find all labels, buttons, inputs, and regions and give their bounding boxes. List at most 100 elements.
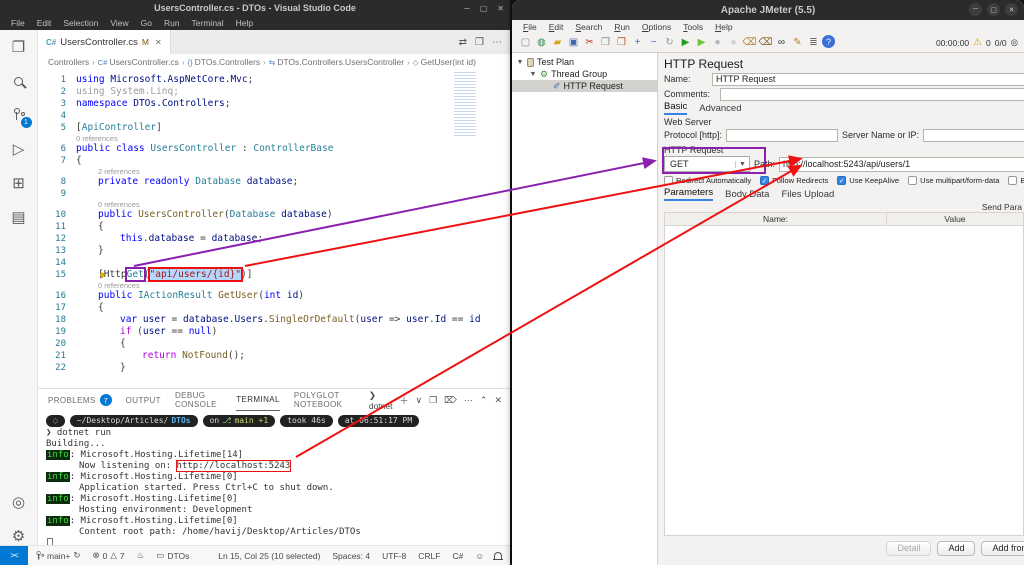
tab-body-data[interactable]: Body Data [725, 189, 769, 201]
close-icon[interactable]: ✕ [497, 4, 504, 13]
kill-terminal-icon[interactable]: ⌦ [444, 395, 457, 406]
menu-options[interactable]: Options [637, 22, 676, 32]
remote-indicator[interactable]: >< [0, 546, 28, 565]
search-icon[interactable]: ∞ [774, 35, 789, 50]
minimize-icon[interactable]: ─ [969, 3, 982, 16]
code-editor[interactable]: 1using Microsoft.AspNetCore.Mvc;2using S… [38, 70, 510, 388]
parameters-table-body[interactable] [664, 226, 1024, 536]
maximize-panel-icon[interactable]: ⌃ [480, 395, 488, 406]
tab-userscontroller[interactable]: C# UsersController.cs M ✕ [38, 30, 171, 54]
option-redirect-automatically[interactable]: Redirect Automatically [664, 176, 751, 185]
protocol-input[interactable] [726, 129, 838, 142]
menu-go[interactable]: Go [136, 18, 157, 28]
settings-gear-icon[interactable]: ⚙ [10, 527, 28, 545]
breadcrumb-item[interactable]: ◇ GetUser(int id) [413, 57, 476, 67]
menu-edit[interactable]: Edit [544, 22, 569, 32]
panel-tab-polyglot-notebook[interactable]: POLYGLOT NOTEBOOK [294, 389, 355, 411]
menu-search[interactable]: Search [570, 22, 607, 32]
method-select[interactable]: GET ▼ [664, 156, 750, 172]
start-no-pauses-icon[interactable]: ▶ [694, 35, 709, 50]
indent-setting[interactable]: Spaces: 4 [326, 551, 376, 561]
save-icon[interactable]: ▣ [566, 35, 581, 50]
minimap[interactable] [454, 72, 476, 138]
menu-run[interactable]: Run [159, 18, 185, 28]
feedback-icon[interactable]: ☺ [469, 551, 490, 561]
panel-tab-debug-console[interactable]: DEBUG CONSOLE [175, 389, 222, 411]
tree-item-thread-group[interactable]: ▼⚙Thread Group [512, 68, 657, 80]
cursor-position[interactable]: Ln 15, Col 25 (10 selected) [212, 551, 326, 561]
close-icon[interactable]: ✕ [1005, 3, 1018, 16]
explorer-icon[interactable]: ❐ [10, 38, 28, 56]
server-input[interactable] [923, 129, 1024, 142]
account-icon[interactable]: ◎ [10, 493, 28, 511]
extensions-icon[interactable]: ⊞ [10, 174, 28, 192]
menu-view[interactable]: View [105, 18, 133, 28]
lightbulb-icon[interactable]: ● [100, 270, 105, 280]
panel-tab-problems[interactable]: PROBLEMS7 [48, 389, 112, 411]
run-debug-icon[interactable]: ▷ [10, 140, 28, 158]
search-icon[interactable] [10, 72, 28, 90]
menu-help[interactable]: Help [710, 22, 737, 32]
start-icon[interactable]: ▶ [678, 35, 693, 50]
option-use-multipart-form-data[interactable]: Use multipart/form-data [908, 176, 999, 185]
split-terminal-icon[interactable]: ❐ [429, 395, 437, 406]
tree-item-http-request[interactable]: ✐HTTP Request [512, 80, 657, 92]
terminal-select[interactable]: ❯ dotnet [369, 390, 393, 411]
stop-icon[interactable]: ● [710, 35, 725, 50]
shutdown-icon[interactable]: ● [726, 35, 741, 50]
tab-files-upload[interactable]: Files Upload [781, 189, 834, 201]
minimize-icon[interactable]: ─ [464, 4, 470, 13]
more-actions-icon[interactable]: ⋯ [492, 37, 502, 48]
comments-input[interactable] [720, 88, 1024, 101]
notebook-icon[interactable]: ▤ [10, 208, 28, 226]
profile-status[interactable]: ♨ [131, 550, 151, 561]
new-terminal-icon[interactable]: ＋ [399, 394, 408, 407]
close-tab-icon[interactable]: ✕ [155, 38, 162, 47]
menu-edit[interactable]: Edit [32, 18, 57, 28]
panel-tab-output[interactable]: OUTPUT [126, 389, 161, 411]
git-branch-status[interactable]: main+ ↻ [28, 549, 87, 563]
language-mode[interactable]: C# [446, 551, 469, 561]
maximize-icon[interactable]: ▢ [480, 4, 488, 13]
path-input[interactable] [779, 157, 1024, 172]
source-control-icon[interactable]: 1 [10, 106, 28, 124]
help-icon[interactable]: ? [822, 35, 835, 48]
templates-icon[interactable]: ◍ [534, 35, 549, 50]
column-value[interactable]: Value [887, 213, 1023, 225]
folder-status[interactable]: ▭ DTOs [150, 550, 195, 561]
panel-tab-terminal[interactable]: TERMINAL [236, 389, 280, 411]
menu-file[interactable]: File [6, 18, 30, 28]
cut-icon[interactable]: ✂ [582, 35, 597, 50]
encoding-setting[interactable]: UTF-8 [376, 551, 412, 561]
new-plan-icon[interactable]: ▢ [518, 35, 533, 50]
tab-parameters[interactable]: Parameters [664, 187, 713, 201]
close-panel-icon[interactable]: ✕ [494, 395, 502, 406]
option-follow-redirects[interactable]: ✓Follow Redirects [760, 176, 828, 185]
menu-help[interactable]: Help [231, 18, 258, 28]
expand-all-icon[interactable]: + [630, 35, 645, 50]
clear-icon[interactable]: ⌫ [742, 35, 757, 50]
name-input[interactable] [712, 73, 1024, 86]
menu-selection[interactable]: Selection [58, 18, 103, 28]
column-name[interactable]: Name: [665, 213, 887, 225]
tree-item-test-plan[interactable]: ▼Test Plan [512, 56, 657, 68]
add-button[interactable]: Add [937, 541, 975, 556]
compare-changes-icon[interactable]: ⇄ [459, 37, 467, 48]
option-browser-compatible-headers[interactable]: Browser-compatible headers [1008, 176, 1024, 185]
problems-status[interactable]: ⊗0 △7 [87, 550, 131, 561]
terminal[interactable]: ◌~/Desktop/Articles/DTOson ⎇ main +1took… [38, 411, 510, 545]
log-warning-icon[interactable]: ⚠ [973, 37, 982, 48]
more-icon[interactable]: ⋯ [464, 395, 473, 406]
breadcrumb-item[interactable]: {} DTOs.Controllers [188, 57, 261, 67]
breadcrumb[interactable]: Controllers›C# UsersController.cs›{} DTO… [38, 54, 510, 70]
breadcrumb-item[interactable]: ⇆ DTOs.Controllers.UsersController [269, 57, 404, 67]
eol-setting[interactable]: CRLF [412, 551, 446, 561]
collapse-all-icon[interactable]: − [646, 35, 661, 50]
toggle-icon[interactable]: ↻ [662, 35, 677, 50]
menu-terminal[interactable]: Terminal [187, 18, 229, 28]
breadcrumb-item[interactable]: Controllers [48, 57, 89, 67]
maximize-icon[interactable]: ▢ [987, 3, 1000, 16]
tab-basic[interactable]: Basic [664, 101, 687, 115]
breadcrumb-item[interactable]: C# UsersController.cs [98, 57, 179, 67]
function-helper-icon[interactable]: ≣ [806, 35, 821, 50]
